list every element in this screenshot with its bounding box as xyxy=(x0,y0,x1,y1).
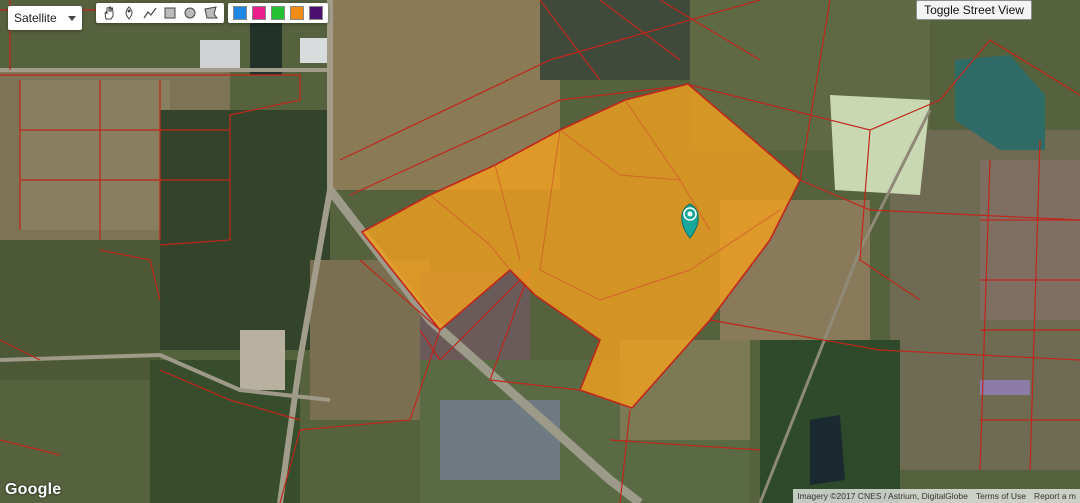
color-swatch-pink[interactable] xyxy=(251,6,266,20)
google-logo: Google xyxy=(5,481,62,498)
imagery-credit: Imagery ©2017 CNES / Astrium, DigitalGlo… xyxy=(797,491,968,501)
chevron-down-icon xyxy=(68,15,76,21)
color-swatch-blue[interactable] xyxy=(232,6,247,20)
color-swatch-green[interactable] xyxy=(270,6,285,20)
hand-icon[interactable] xyxy=(100,4,118,22)
map-type-label: Satellite xyxy=(14,11,57,25)
rectangle-icon[interactable] xyxy=(161,4,179,22)
map-type-dropdown[interactable]: Satellite xyxy=(8,6,82,30)
drawing-toolbar xyxy=(96,3,224,23)
report-error-link[interactable]: Report a m xyxy=(1034,491,1076,501)
map-imagery xyxy=(0,0,1080,503)
color-swatch-purple[interactable] xyxy=(309,6,324,20)
polyline-icon[interactable] xyxy=(141,4,159,22)
toggle-street-view-button[interactable]: Toggle Street View xyxy=(916,0,1032,20)
map-attribution: Imagery ©2017 CNES / Astrium, DigitalGlo… xyxy=(793,489,1080,503)
polygon-icon[interactable] xyxy=(202,4,220,22)
terms-of-use-link[interactable]: Terms of Use xyxy=(976,491,1026,501)
satellite-map[interactable] xyxy=(0,0,1080,503)
marker-icon[interactable] xyxy=(120,4,138,22)
color-swatch-orange[interactable] xyxy=(290,6,305,20)
color-palette xyxy=(228,3,328,23)
circle-icon[interactable] xyxy=(181,4,199,22)
